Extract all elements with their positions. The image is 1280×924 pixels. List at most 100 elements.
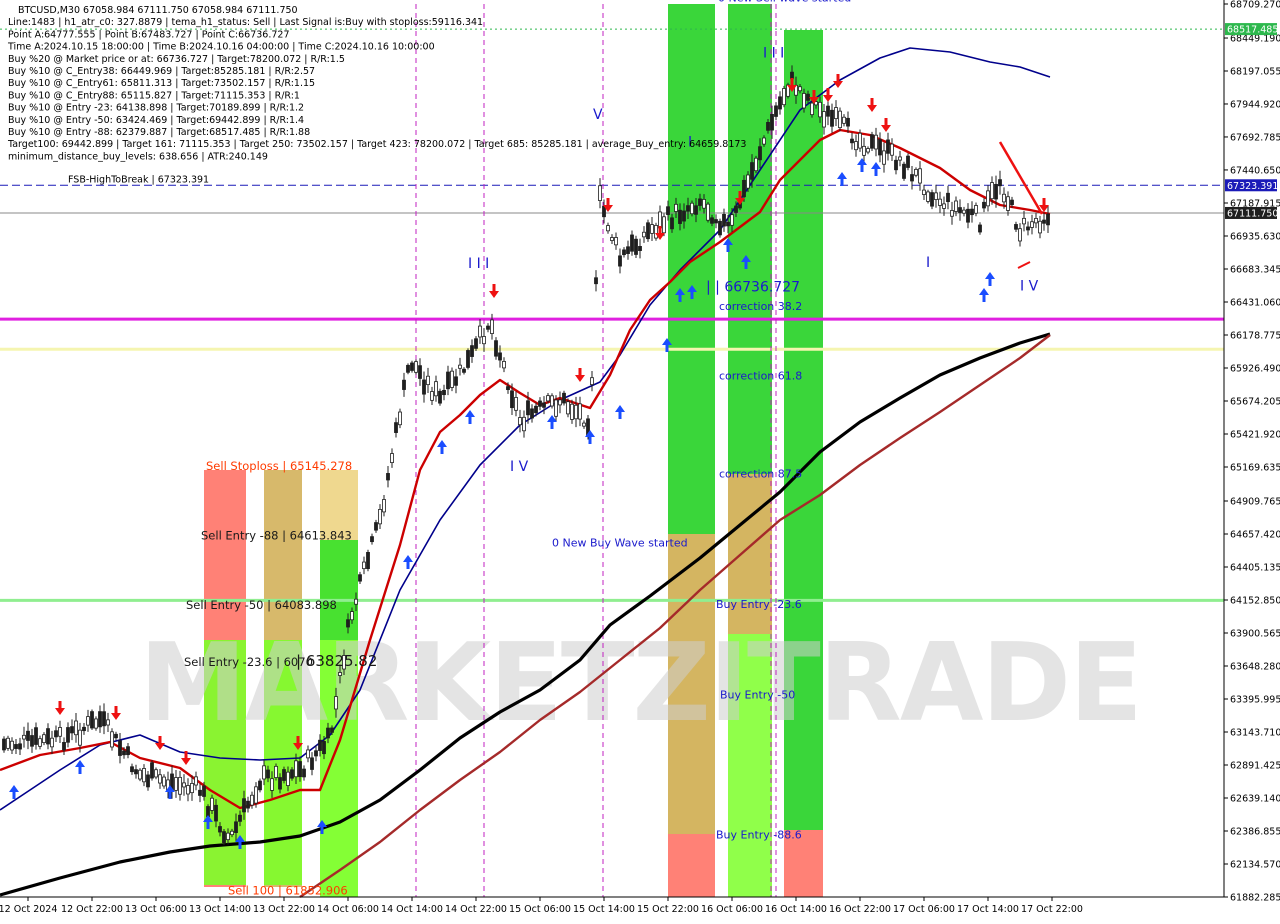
- candle-body: [1010, 199, 1014, 206]
- candle-body: [778, 96, 782, 110]
- candle-body: [994, 183, 998, 200]
- wave-label: V: [593, 107, 603, 123]
- candle-body: [238, 814, 242, 822]
- candle-body: [878, 139, 882, 156]
- candle-body: [46, 728, 50, 745]
- candle-body: [74, 720, 78, 736]
- time-tick-label: 17 Oct 06:00: [893, 904, 955, 915]
- candle-body: [146, 774, 150, 788]
- price-tick-label: 65169.635: [1230, 463, 1280, 474]
- candle-body: [958, 207, 962, 213]
- candle-body: [230, 830, 234, 836]
- candle-body: [946, 192, 950, 203]
- candle-body: [902, 163, 906, 179]
- info-line: Buy %20 @ Market price or at: 66736.727 …: [8, 54, 345, 65]
- candle-body: [706, 203, 710, 221]
- candle-body: [1026, 226, 1030, 231]
- candle-body: [766, 122, 770, 131]
- candle-body: [754, 157, 758, 172]
- candle-body: [894, 159, 898, 171]
- candle-body: [538, 400, 542, 407]
- candle-body: [1014, 224, 1018, 230]
- candle-body: [990, 182, 994, 200]
- info-line: Buy %10 @ C_Entry88: 65115.827 | Target:…: [8, 90, 300, 101]
- candle-body: [142, 768, 146, 783]
- candle-body: [922, 189, 926, 195]
- candle-body: [338, 672, 342, 676]
- candle-body: [98, 711, 102, 728]
- candle-body: [654, 224, 658, 239]
- price-tick-label: 64405.135: [1230, 563, 1280, 574]
- candle-body: [954, 200, 958, 212]
- candle-body: [866, 148, 870, 153]
- candle-body: [22, 734, 26, 740]
- candle-body: [278, 777, 282, 790]
- candle-body: [574, 404, 578, 420]
- candle-body: [370, 536, 374, 543]
- candle-body: [362, 561, 366, 570]
- candle-body: [374, 522, 378, 531]
- candle-body: [258, 780, 262, 791]
- info-line: Buy %10 @ Entry -50: 63424.469 | Target:…: [8, 115, 304, 126]
- candle-body: [914, 168, 918, 176]
- time-tick-label: 16 Oct 06:00: [701, 904, 763, 915]
- candle-body: [350, 611, 354, 621]
- time-tick-label: 12 Oct 22:00: [61, 904, 123, 915]
- candle-body: [1038, 220, 1042, 234]
- candle-body: [94, 718, 98, 729]
- candle-body: [198, 789, 202, 796]
- price-tick-label: 66683.345: [1230, 265, 1280, 276]
- zone-label: Sell Entry -88 | 64613.843: [201, 529, 352, 543]
- candle-body: [1042, 219, 1046, 224]
- candle-body: [882, 150, 886, 165]
- candle-body: [606, 225, 610, 232]
- candle-body: [390, 453, 394, 463]
- candle-body: [2, 738, 6, 751]
- candle-body: [550, 395, 554, 407]
- candle-body: [298, 761, 302, 778]
- candle-body: [26, 730, 30, 741]
- candle-body: [262, 765, 266, 780]
- price-tick-label: 61882.285: [1230, 893, 1280, 904]
- candle-body: [622, 249, 626, 256]
- candle-body: [666, 206, 670, 215]
- candle-body: [522, 416, 526, 432]
- candle-body: [850, 138, 854, 144]
- candle-body: [930, 192, 934, 207]
- candle-body: [106, 719, 110, 726]
- price-tick-label: 68197.055: [1230, 67, 1280, 78]
- candle-body: [486, 325, 490, 330]
- candle-body: [286, 771, 290, 786]
- info-line: Buy %10 @ Entry -23: 64138.898 | Target:…: [8, 103, 304, 114]
- candle-body: [118, 740, 122, 756]
- candle-body: [810, 102, 814, 116]
- candle-body: [78, 729, 82, 746]
- candle-body: [978, 224, 982, 233]
- candle-body: [598, 185, 602, 201]
- time-tick-label: 13 Oct 06:00: [125, 904, 187, 915]
- candle-body: [82, 726, 86, 732]
- price-tick-label: 66431.060: [1230, 298, 1280, 309]
- candle-body: [718, 220, 722, 236]
- price-tick-label: 63900.565: [1230, 629, 1280, 640]
- candle-body: [962, 209, 966, 214]
- candle-body: [790, 71, 794, 80]
- watermark-text: MARKETZITRADE: [139, 621, 1141, 746]
- candle-body: [306, 749, 310, 759]
- price-tick-label: 62891.425: [1230, 761, 1280, 772]
- candle-body: [450, 370, 454, 388]
- time-tick-label: 16 Oct 22:00: [829, 904, 891, 915]
- candle-body: [798, 86, 802, 92]
- time-tick-label: 13 Oct 22:00: [253, 904, 315, 915]
- candle-body: [30, 735, 34, 747]
- price-tick-label: 65674.205: [1230, 397, 1280, 408]
- candle-body: [266, 769, 270, 779]
- candle-body: [426, 375, 430, 386]
- candle-body: [490, 319, 494, 334]
- zone-rect: [668, 4, 715, 534]
- zone-label: | | 66736.727: [706, 280, 800, 296]
- candle-body: [542, 402, 546, 408]
- candle-body: [674, 203, 678, 212]
- candle-body: [430, 391, 434, 401]
- candle-body: [242, 798, 246, 813]
